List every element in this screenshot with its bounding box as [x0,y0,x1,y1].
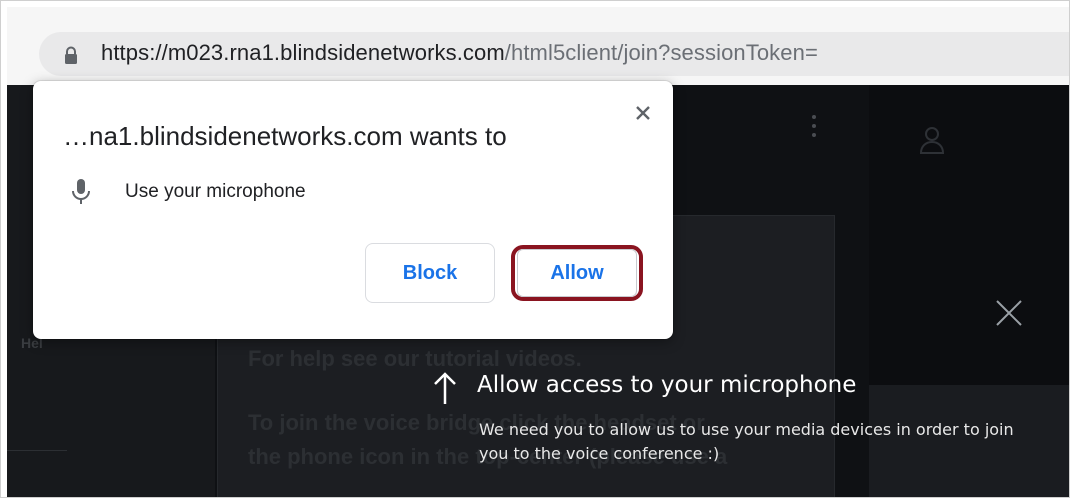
permission-popup: …na1.blindsidenetworks.com wants to Use … [33,81,673,339]
arrow-up-icon [434,372,456,404]
microphone-icon [72,179,90,204]
screenshot-frame: https://m023.rna1.blindsidenetworks.com/… [0,0,1070,498]
divider [7,450,67,451]
user-icon[interactable] [919,125,945,155]
allow-button[interactable]: Allow [517,249,637,297]
close-icon[interactable] [631,101,655,125]
hint-title: Allow access to your microphone [477,372,857,398]
lock-icon[interactable] [63,46,79,64]
more-options-icon[interactable] [811,115,817,145]
address-bar[interactable]: https://m023.rna1.blindsidenetworks.com/… [39,32,1069,76]
url-path: /html5client/join?sessionToken= [504,40,818,65]
close-icon[interactable] [993,297,1025,329]
url-host: https://m023.rna1.blindsidenetworks.com [101,40,505,65]
hint-body: We need you to allow us to use your medi… [479,420,1014,463]
popup-title: …na1.blindsidenetworks.com wants to [63,121,507,151]
permission-label: Use your microphone [125,181,306,202]
help-line-1: For help see our tutorial videos. [248,346,582,371]
url-text[interactable]: https://m023.rna1.blindsidenetworks.com/… [101,40,818,66]
block-button[interactable]: Block [365,243,495,303]
right-panel [869,85,1069,385]
browser-toolbar: https://m023.rna1.blindsidenetworks.com/… [7,7,1069,85]
